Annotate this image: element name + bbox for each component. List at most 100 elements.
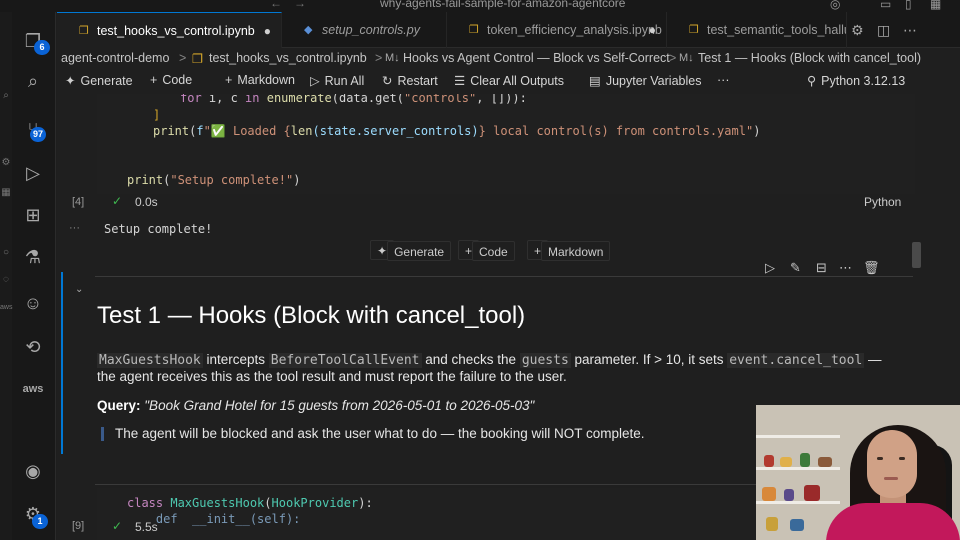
delete-cell-icon[interactable]: 🗑 [863,260,880,276]
insert-generate-button[interactable]: ✦ Generate [370,240,452,261]
code-label: Code [162,73,193,87]
shelf [756,435,840,438]
layout-panel-icon[interactable]: ▭ [880,0,891,11]
insert-code-button[interactable]: + Code [458,240,515,261]
insert-markdown-button[interactable]: + Markdown [527,240,611,261]
explorer-badge: 6 [34,40,50,55]
webcam-overlay [756,405,960,540]
edge-bug-icon[interactable]: ⚙ [0,157,12,168]
tab-label: test_semantic_tools_hallu [707,23,847,37]
edge-search-icon[interactable]: ⌕ [0,90,12,101]
selected-cell-indicator [61,272,63,454]
generate-button[interactable]: ✦ Generate [65,73,133,88]
shelf [756,467,840,470]
split-cell-icon[interactable]: ⊟ [816,260,827,276]
add-markdown-button[interactable]: + Markdown [225,73,295,87]
edge-remote-icon[interactable]: ◌ [0,274,12,285]
tab-label: setup_controls.py [322,23,420,37]
copilot-icon[interactable]: ◎ [830,0,840,11]
blockquote-bar [101,427,104,441]
split-editor-icon[interactable]: ◫ [877,22,890,39]
insert-generate-label: Generate [387,241,452,261]
markdown-paragraph-line: the agent receives this as the tool resu… [97,369,567,384]
shelf-toy [766,517,778,531]
more-actions-icon[interactable]: ⋯ [903,22,917,39]
notebook-file-icon: ❐ [469,24,479,36]
modified-dot-icon[interactable]: ● [649,12,656,48]
editor-tabs: ❐ test_hooks_vs_control.ipynb ● ◆ setup_… [57,12,960,48]
layout-custom-icon[interactable]: ▦ [930,0,941,11]
shelf-toy [804,485,820,501]
python-file-icon: ◆ [304,24,313,36]
testing-flask-icon[interactable]: ⚗ [20,244,46,270]
tab-setup-controls[interactable]: ◆ setup_controls.py [282,12,447,48]
more-cell-actions-icon[interactable]: ⋯ [839,260,852,276]
modified-dot-icon[interactable]: ● [264,13,271,48]
breadcrumb-folder[interactable]: agent-control-demo [61,51,169,65]
extensions-icon[interactable]: ⊞ [20,202,46,228]
edge-extensions-icon[interactable]: ▦ [0,187,12,198]
source-control-badge: 97 [30,127,47,142]
execution-count: [9] [72,520,85,532]
tab-test-hooks[interactable]: ❐ test_hooks_vs_control.ipynb ● [57,12,282,48]
shelf-toy [784,489,794,501]
tab-token-efficiency[interactable]: ❐ token_efficiency_analysis.ipynb ● [447,12,667,48]
success-check-icon: ✓ [112,194,123,208]
restart-button[interactable]: ↻ Restart [382,73,438,88]
shelf-toy [764,455,774,467]
breadcrumb-subsection[interactable]: Test 1 — Hooks (Block with cancel_tool) [698,51,921,65]
run-debug-icon[interactable]: ▷ [20,160,46,186]
edge-account-icon[interactable]: ○ [0,247,12,258]
cell-language-picker[interactable]: Python [864,195,901,209]
edge-aws-icon[interactable]: aws [0,304,12,311]
success-check-icon: ✓ [112,519,123,533]
variables-icon: ▤ [589,74,601,88]
forward-arrow-icon[interactable]: → [294,0,306,10]
run-all-button[interactable]: ▷ Run All [310,73,364,88]
breadcrumb-section[interactable]: Hooks vs Agent Control — Block vs Self-C… [403,51,670,65]
edit-cell-icon[interactable]: ✎ [790,260,801,276]
kernel-picker[interactable]: ⚲ Python 3.12.13 [807,73,905,88]
insert-markdown-label: Markdown [541,241,611,261]
code-line: class MaxGuestsHook(HookProvider): [127,496,373,510]
back-arrow-icon[interactable]: ← [270,0,282,10]
breadcrumb: agent-control-demo > ❐ test_hooks_vs_con… [57,48,960,70]
toolbar-more-button[interactable]: ··· [717,73,730,87]
clear-all-icon: ☰ [454,74,466,88]
output-more-button[interactable]: ··· [69,222,80,234]
jupyter-variables-button[interactable]: ▤ Jupyter Variables [589,73,701,88]
tab-test-semantic-tools[interactable]: ❐ test_semantic_tools_hallu [667,12,847,48]
collapse-chevron-icon[interactable]: ⌄ [75,284,83,295]
secondary-edge-strip: ⌕ ⚙ ▦ ○ ◌ aws [0,12,12,540]
scrollbar-thumb[interactable] [912,242,921,268]
run-all-icon: ▷ [310,74,320,88]
restart-icon: ↻ [382,74,393,88]
breadcrumb-separator: > [179,51,187,65]
add-code-button[interactable]: + Code [150,73,192,87]
shelf-toy [762,487,776,501]
breadcrumb-notebook-icon: ❐ [192,52,204,66]
markdown-blockquote: The agent will be blocked and ask the us… [115,426,645,441]
tab-label: token_efficiency_analysis.ipynb [487,23,662,37]
execute-above-icon[interactable]: ▷ [765,260,775,276]
run-all-label: Run All [324,74,365,88]
accounts-icon[interactable]: ◉ [20,458,46,484]
shelf-toy [818,457,832,467]
search-icon[interactable]: ⌕ [20,68,46,94]
notebook-toolbar: ✦ Generate + Code + Markdown ▷ Run All ↻ Rest… [57,70,960,94]
breadcrumb-file[interactable]: test_hooks_vs_control.ipynb [209,51,367,65]
tab-settings-gear-icon[interactable]: ⚙ [851,22,864,39]
shelf [756,501,840,504]
copilot-chat-icon[interactable]: ☺ [20,290,46,316]
person-face [867,430,917,498]
remote-explorer-icon[interactable]: ⟲ [20,334,46,360]
markdown-heading: Test 1 — Hooks (Block with cancel_tool) [97,302,526,329]
breadcrumb-separator: > [375,51,383,65]
layout-sidebar-icon[interactable]: ▯ [905,0,912,11]
breadcrumb-markdown-icon: M↓ [679,52,694,64]
shelf-toy [780,457,792,467]
inline-code: guests [519,353,571,368]
aws-toolkit-icon[interactable]: aws [20,376,46,402]
clear-outputs-button[interactable]: ☰ Clear All Outputs [454,73,564,88]
inline-code: event.cancel_tool [727,353,865,368]
